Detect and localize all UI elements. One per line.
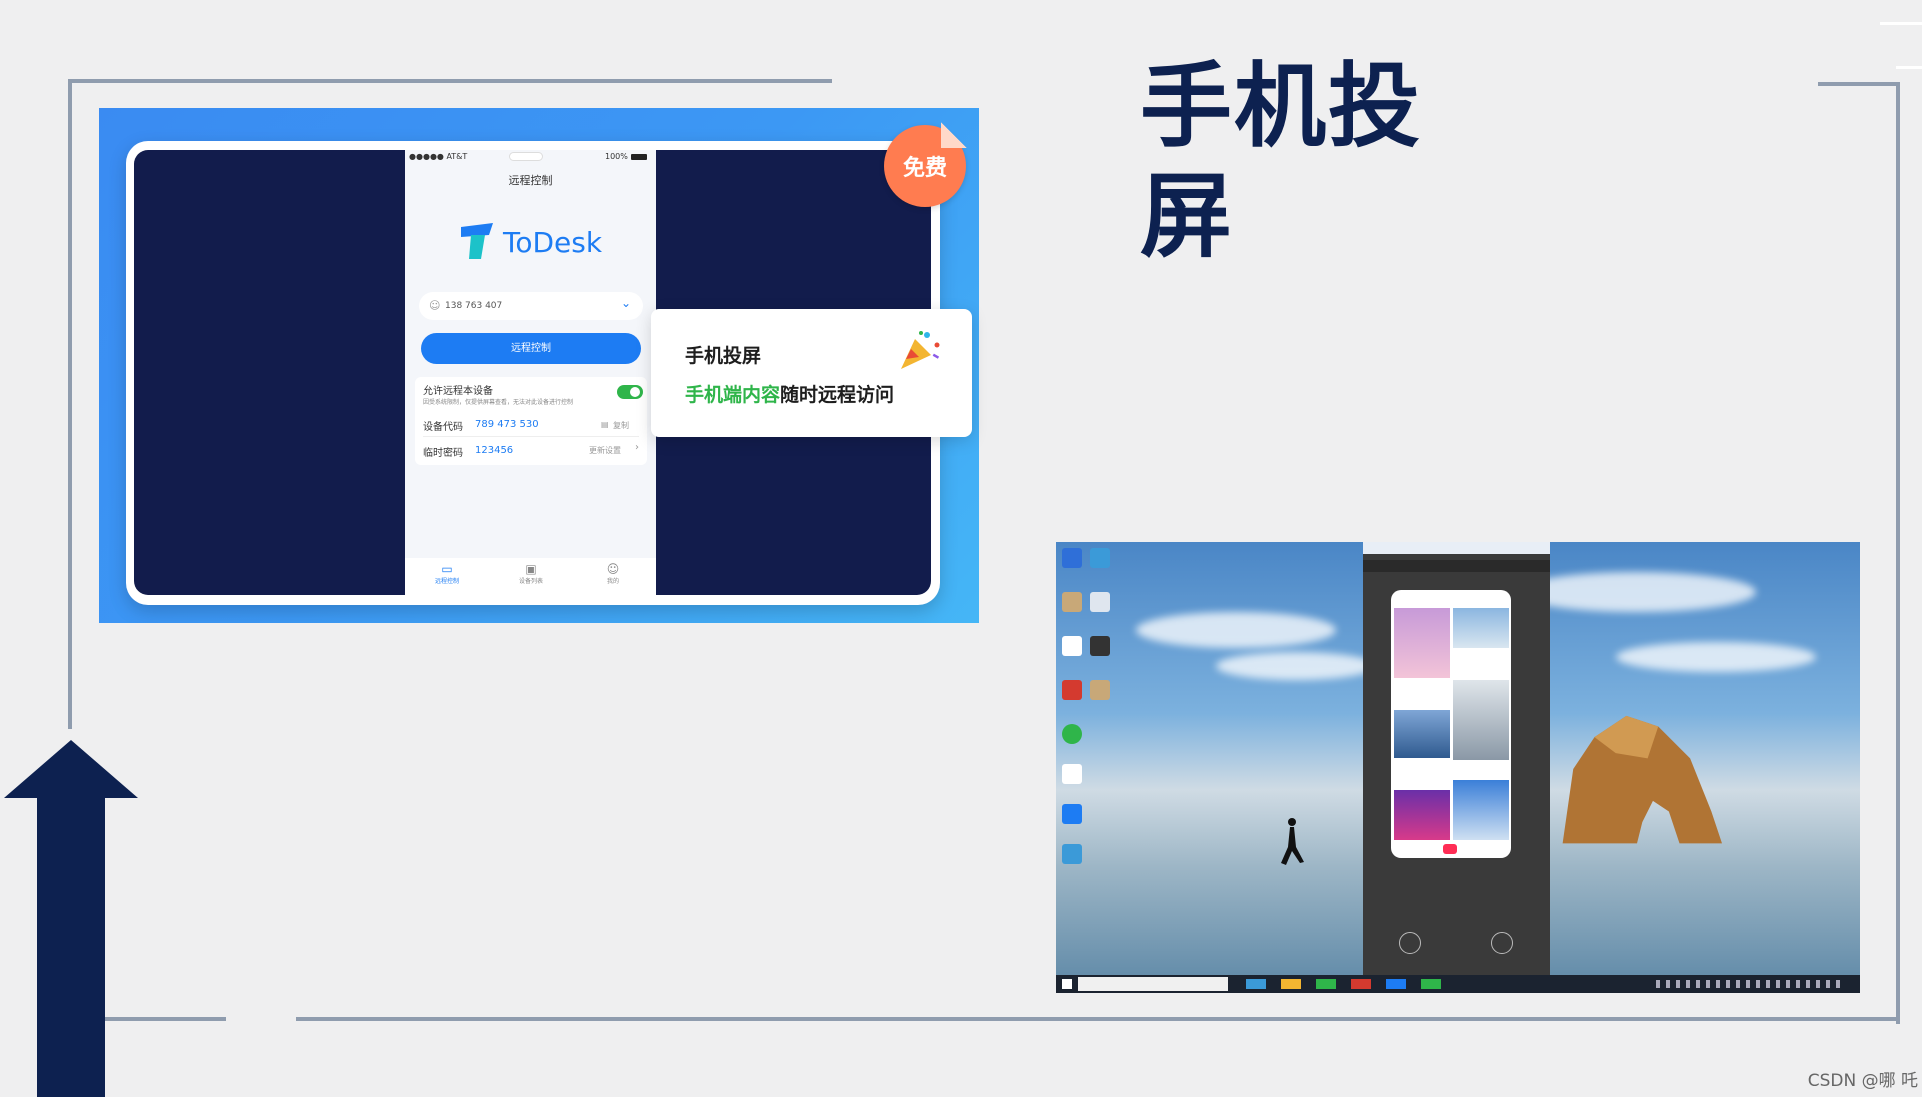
taskbar	[1056, 975, 1860, 993]
system-tray[interactable]	[1656, 980, 1846, 988]
status-battery: 100%	[605, 152, 628, 161]
desktop-icon[interactable]	[1090, 548, 1110, 568]
monitor-icon: ▭	[441, 562, 453, 576]
frame-line-top-left	[68, 79, 832, 83]
desktop-icon[interactable]	[1062, 764, 1082, 784]
feed-image	[1453, 780, 1509, 840]
tab-bar: ▭ 远程控制 ▣ 设备列表 ☺ 我的	[405, 558, 656, 595]
row-divider	[423, 436, 639, 437]
runner-silhouette	[1281, 818, 1304, 865]
desktop-icon[interactable]	[1062, 548, 1082, 568]
tab-device-list[interactable]: ▣ 设备列表	[501, 562, 561, 585]
copy-icon[interactable]: ▤	[601, 420, 609, 429]
frame-line-bottom-left	[104, 1017, 226, 1021]
desktop-icon[interactable]	[1062, 724, 1082, 744]
tab-mine[interactable]: ☺ 我的	[583, 562, 643, 585]
up-arrow-icon	[4, 740, 138, 798]
remote-control-button[interactable]: 远程控制	[421, 333, 641, 364]
share-icon[interactable]	[1491, 932, 1513, 954]
desktop-icon[interactable]	[1090, 636, 1110, 656]
desktop-icon[interactable]	[1062, 636, 1082, 656]
temp-password-label: 临时密码	[423, 448, 463, 459]
feed-image	[1453, 680, 1509, 760]
update-settings-label[interactable]: 更新设置	[589, 445, 621, 456]
feed-image	[1394, 790, 1450, 840]
phone-mirror-window[interactable]	[1363, 542, 1550, 975]
user-icon: ☺	[429, 299, 441, 312]
feed-image	[1394, 608, 1450, 678]
party-popper-icon	[901, 331, 940, 369]
allow-remote-sub: 因受系统限制，仅提供屏幕查看，无法对此设备进行控制	[423, 399, 574, 406]
status-carrier: ●●●●● AT&T	[409, 152, 468, 161]
cloud	[1516, 572, 1756, 612]
back-icon[interactable]	[1399, 932, 1421, 954]
rock-arch-image	[1562, 715, 1722, 844]
plus-button[interactable]	[1443, 844, 1457, 854]
page-title: 手机投屏	[1140, 53, 1423, 270]
allow-remote-label: 允许远程本设备	[423, 386, 493, 397]
cloud	[1216, 652, 1376, 680]
phone-header: 远程控制	[508, 174, 553, 187]
promo-card: 手机投屏 手机端内容随时远程访问	[651, 309, 972, 437]
feed-image	[1394, 710, 1450, 758]
status-pill	[509, 152, 543, 161]
desktop-screenshot	[1056, 542, 1860, 993]
temp-password-value: 123456	[475, 445, 514, 456]
phone-app-screen: ●●●●● AT&T 100% 远程控制 ToDesk ☺ 138 763 40…	[405, 150, 656, 595]
account-id: 138 763 407	[445, 301, 503, 311]
tab-label: 设备列表	[518, 578, 543, 585]
desktop-icon[interactable]	[1062, 804, 1082, 824]
chevron-right-icon[interactable]: ›	[635, 442, 639, 453]
desktop-icon[interactable]	[1062, 844, 1082, 864]
todesk-logo-text: ToDesk	[503, 226, 603, 259]
feed-image	[1453, 608, 1509, 648]
settings-card: 允许远程本设备 因受系统限制，仅提供屏幕查看，无法对此设备进行控制 设备代码 7…	[415, 377, 647, 465]
taskbar-apps[interactable]	[1246, 979, 1496, 989]
allow-remote-toggle[interactable]	[617, 385, 643, 399]
frame-line-left	[68, 79, 72, 729]
mirrored-app-card[interactable]	[1391, 590, 1511, 858]
copy-label[interactable]: 复制	[613, 420, 629, 431]
promo-line: 手机端内容随时远程访问	[685, 380, 894, 407]
promo-line-dark: 随时远程访问	[780, 384, 895, 406]
device-code-value: 789 473 530	[475, 419, 539, 430]
desktop-icon-column	[1060, 548, 1114, 888]
frame-line-right	[1896, 82, 1900, 1024]
todesk-logo-icon	[461, 223, 493, 259]
corner-mark-2	[1896, 66, 1922, 69]
account-field[interactable]: ☺ 138 763 407 ⌄	[419, 292, 643, 320]
frame-line-bottom	[296, 1017, 1900, 1021]
desktop-icon[interactable]	[1062, 680, 1082, 700]
devices-icon: ▣	[525, 562, 537, 576]
corner-mark-1	[1880, 22, 1922, 25]
window-titlebar[interactable]	[1363, 542, 1550, 554]
device-code-label: 设备代码	[423, 422, 463, 433]
tab-label: 远程控制	[434, 578, 459, 585]
toggle-knob	[630, 387, 640, 397]
search-box[interactable]	[1078, 977, 1228, 991]
desktop-icon[interactable]	[1090, 592, 1110, 612]
person-icon: ☺	[606, 562, 620, 576]
desktop-icon[interactable]	[1062, 592, 1082, 612]
phone-status-bar	[1363, 560, 1550, 572]
cloud	[1616, 642, 1816, 672]
promo-line-green: 手机端内容	[685, 384, 781, 406]
cloud	[1136, 612, 1336, 648]
battery-icon	[631, 154, 647, 160]
frame-line-top-right	[1818, 82, 1900, 86]
chevron-down-icon[interactable]: ⌄	[621, 296, 631, 310]
tab-label: 我的	[606, 578, 619, 585]
badge-fold	[941, 122, 967, 148]
up-arrow-shaft	[37, 793, 105, 1097]
promo-title: 手机投屏	[685, 345, 762, 367]
start-icon[interactable]	[1062, 979, 1072, 989]
desktop-icon[interactable]	[1090, 680, 1110, 700]
watermark: CSDN @哪 吒	[1807, 1071, 1918, 1091]
tab-remote-control[interactable]: ▭ 远程控制	[417, 562, 477, 585]
